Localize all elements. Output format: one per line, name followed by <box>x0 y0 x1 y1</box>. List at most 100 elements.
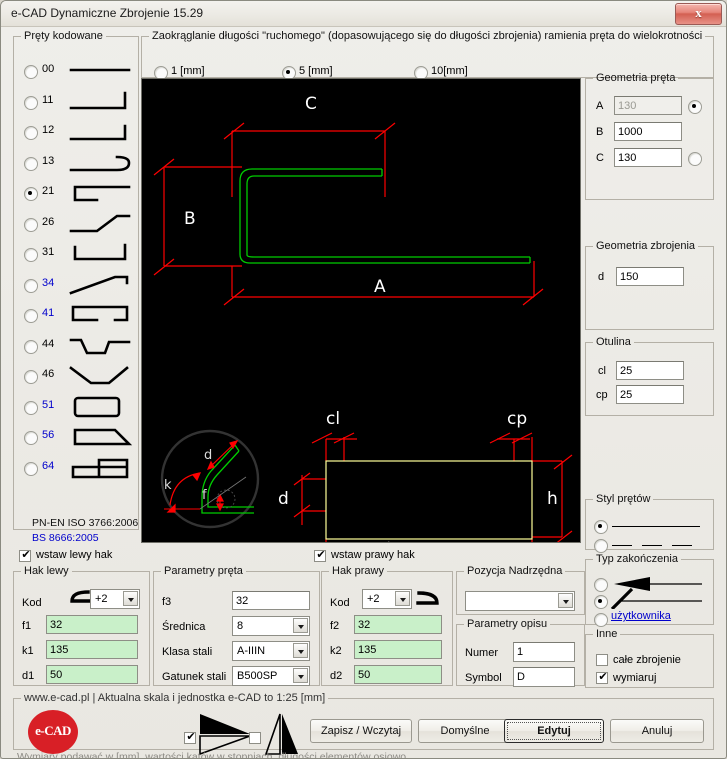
reinforcement-geometry-group: Geometria zbrojenia d <box>585 240 714 330</box>
canvas-label-topview: widok z góry <box>330 541 402 542</box>
rod-code-label-12: 12 <box>42 124 55 136</box>
input-b[interactable] <box>614 122 682 141</box>
field-label-a: A <box>596 100 604 112</box>
rod-option-26[interactable]: 26 <box>20 209 134 239</box>
right-hook-f2-input[interactable] <box>354 615 442 634</box>
left-hook-d1-input[interactable] <box>46 665 138 684</box>
description-parameters-group: Parametry opisu Numer Symbol <box>456 618 585 687</box>
left-hook-kod-select[interactable]: +2+10-1-2 <box>90 589 140 609</box>
input-a[interactable] <box>614 96 682 115</box>
radio-style-dashed[interactable] <box>594 539 608 553</box>
radio-end-arrow[interactable] <box>594 578 608 592</box>
checkbox-triangle-style[interactable] <box>249 732 261 744</box>
rod-param-diameter-select[interactable]: 681012141620 <box>232 616 310 636</box>
rounding-option-label-1: 5 [mm] <box>299 65 333 77</box>
left-hook-k1-label: k1 <box>22 645 34 657</box>
radio-rod-51[interactable] <box>24 400 38 415</box>
rod-option-56[interactable]: 56 <box>20 422 134 452</box>
canvas-label-b: B <box>184 209 196 229</box>
left-hook-f1-input[interactable] <box>46 615 138 634</box>
label-whole-reinforcement: całe zbrojenie <box>613 654 681 666</box>
radio-rod-31[interactable] <box>24 248 38 262</box>
rod-param-f3-label: f3 <box>162 596 172 608</box>
rod-code-label-44: 44 <box>42 337 55 350</box>
rod-param-steelclass-select[interactable]: A-IA-IIA-IIIA-IIIN <box>232 641 310 661</box>
rod-option-31[interactable]: 31 <box>20 239 134 269</box>
checkbox-insert-right-hook[interactable] <box>314 548 327 562</box>
rod-option-64[interactable]: 64 <box>20 453 134 483</box>
input-gz-d[interactable] <box>616 267 684 286</box>
checkbox-dimension[interactable] <box>596 670 609 684</box>
rod-param-steelgrade-label: Gatunek stali <box>162 671 227 683</box>
rod-option-41[interactable]: 41 <box>20 300 134 330</box>
checkbox-whole-reinforcement[interactable] <box>596 654 608 666</box>
description-number-input[interactable] <box>513 642 575 662</box>
edit-button[interactable]: Edytuj <box>504 719 604 743</box>
end-type-user-link[interactable]: użytkownika <box>611 610 671 622</box>
checkbox-insert-left-hook[interactable] <box>19 548 32 562</box>
field-label-c: C <box>596 152 604 164</box>
reinforcement-geometry-label: Geometria zbrojenia <box>596 240 696 252</box>
standard-pn-en: PN-EN ISO 3766:2006 <box>32 517 139 529</box>
rod-option-12[interactable]: 12 <box>20 117 134 147</box>
radio-style-solid[interactable] <box>594 520 608 534</box>
radio-rod-13[interactable] <box>24 156 38 171</box>
rod-option-46[interactable]: 46 <box>20 361 134 391</box>
rod-option-11[interactable]: 11 <box>20 87 134 117</box>
standard-bs: BS 8666:2005 <box>32 532 99 544</box>
rounding-group: Zaokrąglanie długości "ruchomego" (dopas… <box>141 30 714 80</box>
rod-code-label-41: 41 <box>42 307 55 319</box>
rod-option-00[interactable]: 00 <box>20 56 134 86</box>
radio-rod-11[interactable] <box>24 95 38 110</box>
rod-code-label-13: 13 <box>42 154 55 167</box>
radio-rod-44[interactable] <box>24 339 38 354</box>
right-hook-label: Hak prawy <box>332 565 384 577</box>
rebar-drawing: C B A cl cp d h f d k <box>153 94 573 590</box>
rod-option-21[interactable]: 21 <box>20 178 134 208</box>
radio-rod-46[interactable] <box>24 370 38 384</box>
radio-rod-21[interactable] <box>24 187 38 201</box>
radio-dim-c[interactable] <box>688 152 702 166</box>
rod-option-44[interactable]: 44 <box>20 331 134 361</box>
rod-option-34[interactable]: 34 <box>20 270 134 300</box>
canvas-label-c: C <box>305 94 317 114</box>
rounding-option-label-0: 1 [mm] <box>171 65 205 77</box>
rod-option-13[interactable]: 13 <box>20 148 134 178</box>
defaults-button[interactable]: Domyślne <box>418 719 512 743</box>
description-symbol-input[interactable] <box>513 667 575 687</box>
input-cl[interactable] <box>616 361 684 380</box>
input-c[interactable] <box>614 148 682 167</box>
close-button[interactable]: x <box>675 3 722 25</box>
drawing-canvas[interactable]: C B A cl cp d h f d k <box>141 78 581 590</box>
checkbox-arrow-style[interactable] <box>184 730 197 744</box>
radio-end-user[interactable] <box>594 613 608 627</box>
right-hook-k2-input[interactable] <box>354 640 442 659</box>
save-load-button[interactable]: Zapisz / Wczytaj <box>310 719 412 743</box>
description-parameters-label: Parametry opisu <box>467 618 548 630</box>
left-hook-label: Hak lewy <box>24 565 69 577</box>
radio-rod-34[interactable] <box>24 278 38 293</box>
radio-rod-64[interactable] <box>24 461 38 476</box>
radio-rod-12[interactable] <box>24 126 38 140</box>
rod-code-label-56: 56 <box>42 429 55 441</box>
rod-option-51[interactable]: 51 <box>20 392 134 422</box>
input-cp[interactable] <box>616 385 684 404</box>
cancel-button[interactable]: Anuluj <box>610 719 704 743</box>
split-triangle-icon <box>264 713 298 755</box>
left-hook-k1-input[interactable] <box>46 640 138 659</box>
rod-param-f3-input[interactable] <box>232 591 310 610</box>
radio-rod-41[interactable] <box>24 309 38 323</box>
rod-param-steelgrade-select[interactable]: B500SPB500BRB500W <box>232 666 310 686</box>
radio-end-tick[interactable] <box>594 595 608 609</box>
right-hook-kod-select[interactable]: +2+10-1-2 <box>362 589 412 609</box>
radio-rod-56[interactable] <box>24 431 38 445</box>
radio-dim-a[interactable] <box>688 100 702 114</box>
radio-rod-26[interactable] <box>24 217 38 232</box>
label-insert-right-hook: wstaw prawy hak <box>331 549 415 561</box>
right-hook-d2-input[interactable] <box>354 665 442 684</box>
radio-rod-00[interactable] <box>24 65 38 79</box>
description-symbol-label: Symbol <box>465 672 502 684</box>
rod-shape-diagonal-icon <box>67 272 133 298</box>
parent-position-select[interactable] <box>465 591 575 611</box>
rounding-label: Zaokrąglanie długości "ruchomego" (dopas… <box>152 30 703 42</box>
